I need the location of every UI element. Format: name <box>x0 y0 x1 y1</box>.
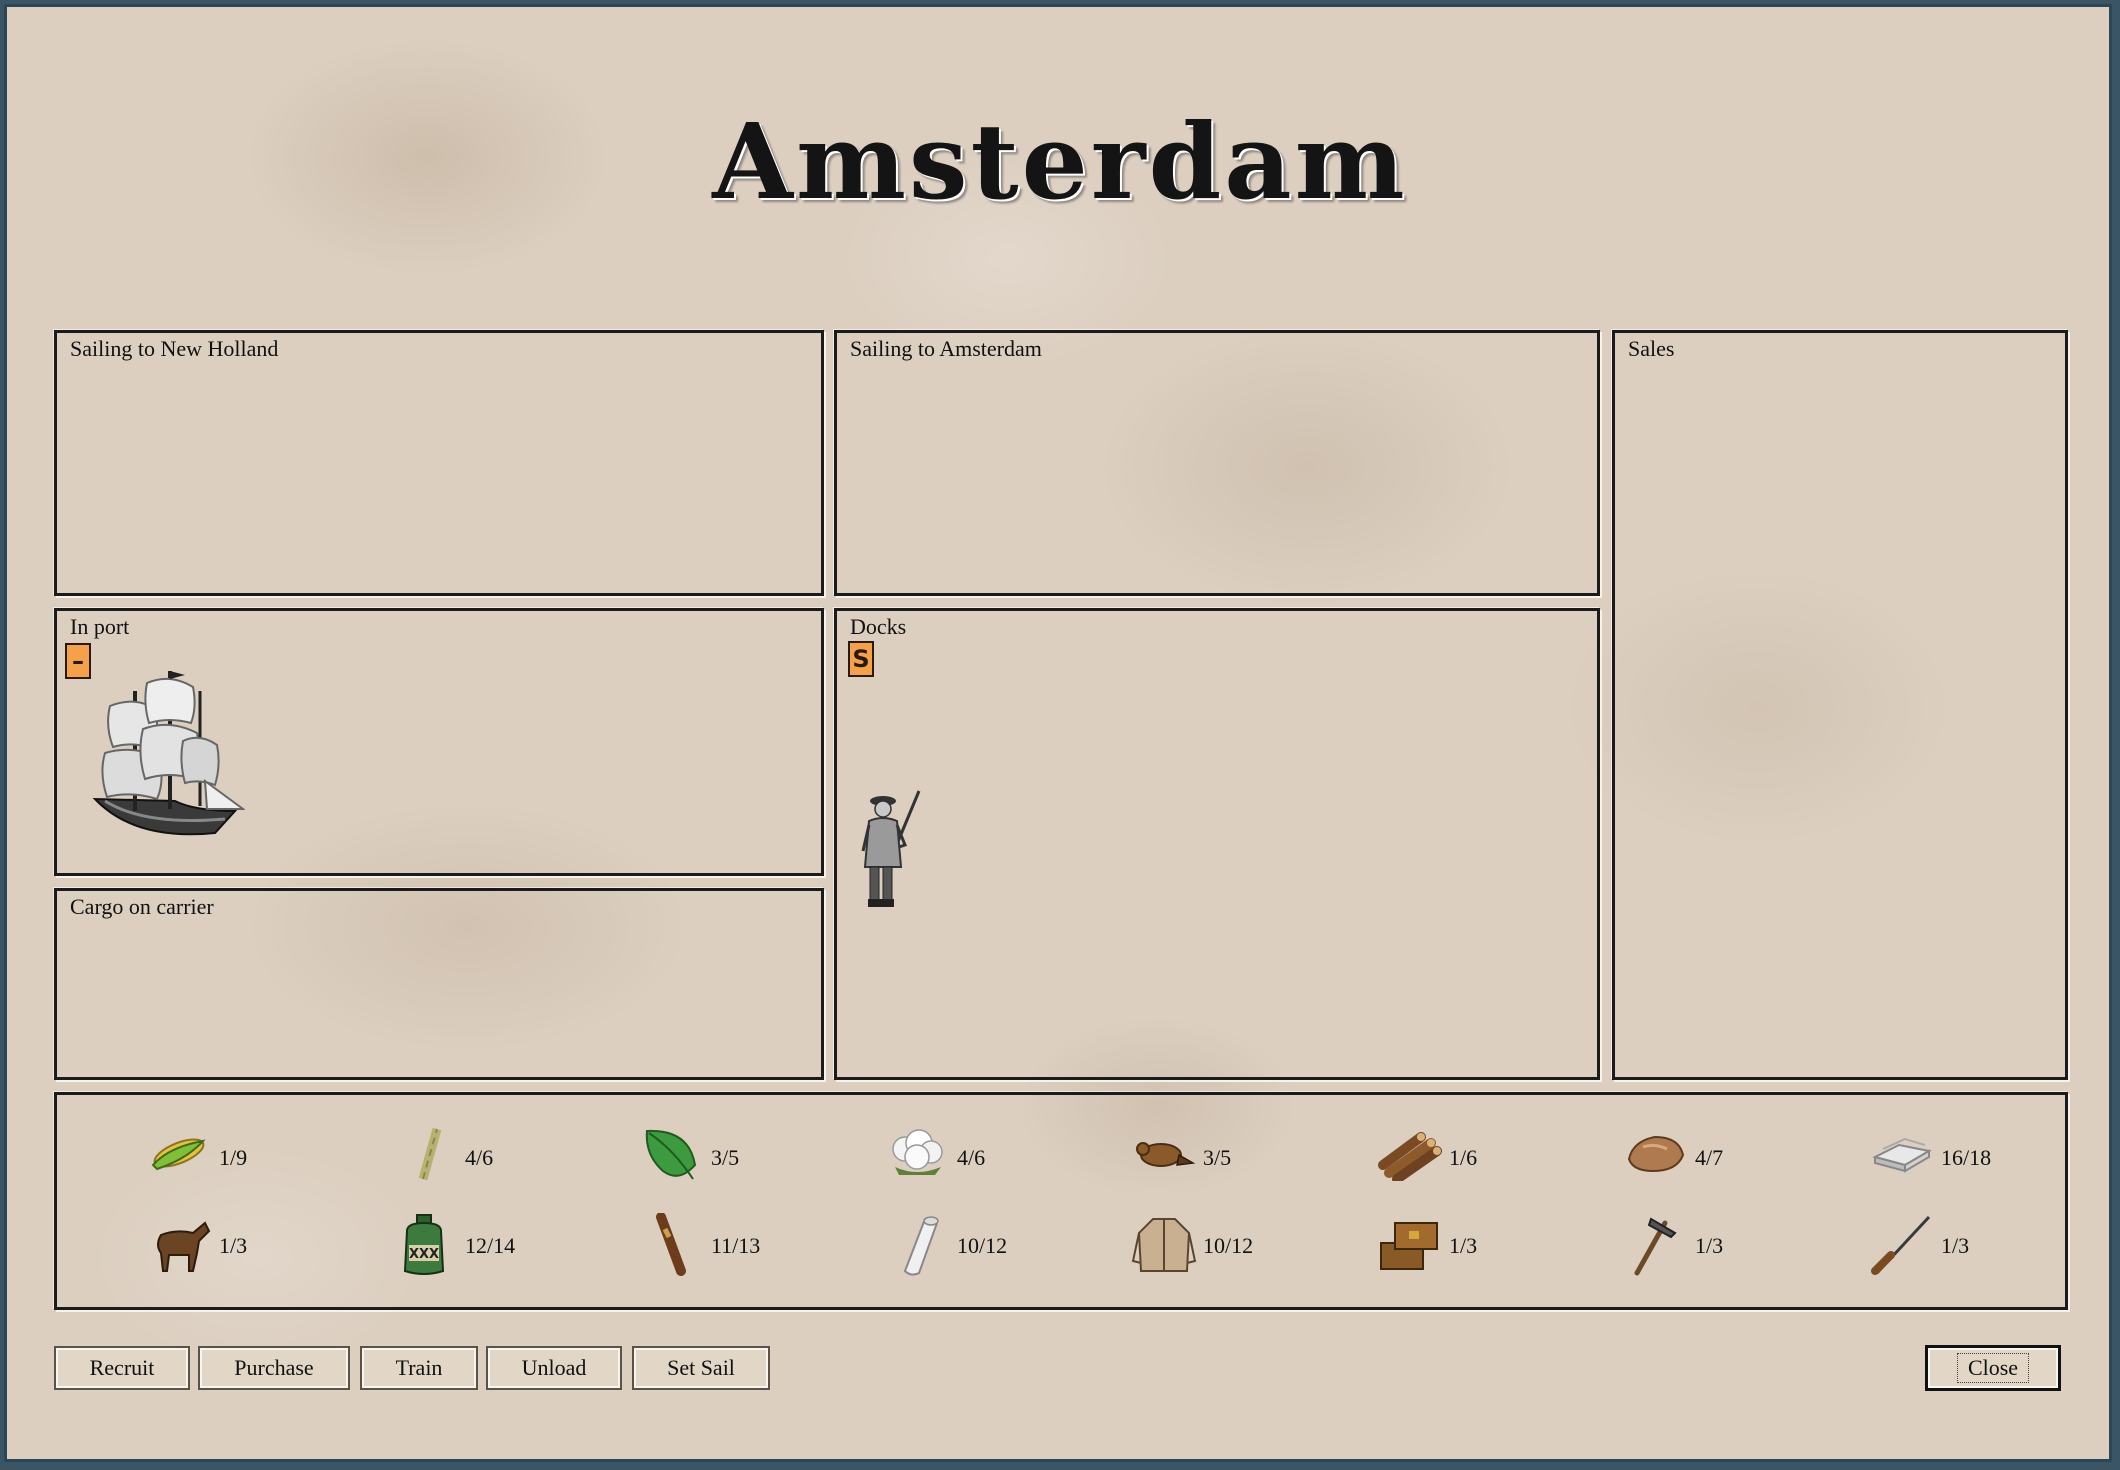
purchase-button[interactable]: Purchase <box>198 1346 350 1390</box>
sailing-to-colony-panel[interactable]: Sailing to New Holland <box>54 330 824 596</box>
ore-icon <box>1627 1135 1685 1173</box>
good-count: 4/6 <box>465 1145 494 1170</box>
svg-text:XXX: XXX <box>409 1247 439 1262</box>
close-button[interactable]: Close <box>1925 1345 2061 1391</box>
cotton-icon <box>892 1129 943 1175</box>
ship-unit[interactable] <box>75 661 247 856</box>
panel-label: Sales <box>1628 336 1675 361</box>
market-good[interactable]: 1/9 <box>147 1125 393 1195</box>
good-count: 1/3 <box>1941 1233 1970 1258</box>
good-count: 4/7 <box>1695 1145 1724 1170</box>
panel-label: Docks <box>850 614 907 639</box>
coats-icon <box>1131 1218 1197 1272</box>
sugar-icon <box>418 1127 442 1181</box>
cigars-icon <box>656 1213 686 1276</box>
market-good[interactable]: 4/7 <box>1623 1125 1869 1195</box>
docks-panel[interactable]: Docks S <box>834 608 1600 1080</box>
market-panel: 1/9 4/6 3/5 4/6 3/5 1/6 4/7 16/18 1/3 XX… <box>54 1092 2068 1310</box>
panel-label: Sailing to New Holland <box>70 336 279 361</box>
furs-icon <box>1136 1142 1196 1167</box>
close-button-label: Close <box>1956 1353 2030 1383</box>
market-good[interactable]: 1/3 <box>1623 1213 1869 1283</box>
good-count: 1/6 <box>1449 1145 1478 1170</box>
sailing-to-europe-panel[interactable]: Sailing to Amsterdam <box>834 330 1600 596</box>
recruit-button[interactable]: Recruit <box>54 1346 190 1390</box>
good-count: 10/12 <box>957 1233 1008 1258</box>
train-button[interactable]: Train <box>360 1346 478 1390</box>
good-count: 12/14 <box>465 1233 516 1258</box>
food-icon <box>151 1138 206 1171</box>
market-good[interactable]: 10/12 <box>885 1213 1131 1283</box>
merchantman-ship-icon <box>92 671 247 836</box>
soldier-icon <box>861 790 921 907</box>
tools-icon <box>1634 1217 1677 1276</box>
cloth-icon <box>903 1216 939 1276</box>
market-good[interactable]: 4/6 <box>885 1125 1131 1195</box>
in-port-panel[interactable]: In port – <box>54 608 824 876</box>
market-good[interactable]: 3/5 <box>639 1125 885 1195</box>
market-good[interactable]: 4/6 <box>393 1125 639 1195</box>
panel-label: Cargo on carrier <box>70 894 214 919</box>
panel-label: In port <box>70 614 130 639</box>
good-count: 1/9 <box>219 1145 248 1170</box>
good-count: 1/3 <box>219 1233 248 1258</box>
good-count: 3/5 <box>711 1145 740 1170</box>
trade-goods-icon <box>1380 1222 1438 1270</box>
market-good[interactable]: 16/18 <box>1869 1125 2115 1195</box>
market-good[interactable]: 1/6 <box>1377 1125 1623 1195</box>
good-count: 4/6 <box>957 1145 986 1170</box>
horses-icon <box>157 1221 211 1272</box>
market-good[interactable]: XXX 12/14 <box>393 1213 639 1283</box>
good-count: 1/3 <box>1695 1233 1724 1258</box>
tobacco-icon <box>645 1129 697 1180</box>
muskets-icon <box>1871 1215 1931 1275</box>
market-good[interactable]: 11/13 <box>639 1213 885 1283</box>
soldier-unit[interactable] <box>857 789 927 914</box>
lumber-icon <box>1378 1132 1442 1181</box>
unit-role-badge: S <box>848 641 874 677</box>
good-count: 10/12 <box>1203 1233 1254 1258</box>
set-sail-button[interactable]: Set Sail <box>632 1346 770 1390</box>
good-count: 1/3 <box>1449 1233 1478 1258</box>
market-good[interactable]: 1/3 <box>147 1213 393 1283</box>
silver-icon <box>1872 1137 1932 1173</box>
good-count: 3/5 <box>1203 1145 1232 1170</box>
good-count: 16/18 <box>1941 1145 1992 1170</box>
panel-label: Sailing to Amsterdam <box>850 336 1042 361</box>
market-good[interactable]: 1/3 <box>1377 1213 1623 1283</box>
page-title: Amsterdam <box>712 100 1408 223</box>
good-count: 11/13 <box>711 1233 761 1258</box>
sales-panel[interactable]: Sales <box>1612 330 2068 1080</box>
cargo-panel[interactable]: Cargo on carrier <box>54 888 824 1080</box>
market-good[interactable]: 1/3 <box>1869 1213 2115 1283</box>
rum-icon: XXX <box>403 1214 445 1275</box>
unload-button[interactable]: Unload <box>486 1346 622 1390</box>
market-good[interactable]: 10/12 <box>1131 1213 1377 1283</box>
market-good[interactable]: 3/5 <box>1131 1125 1377 1195</box>
